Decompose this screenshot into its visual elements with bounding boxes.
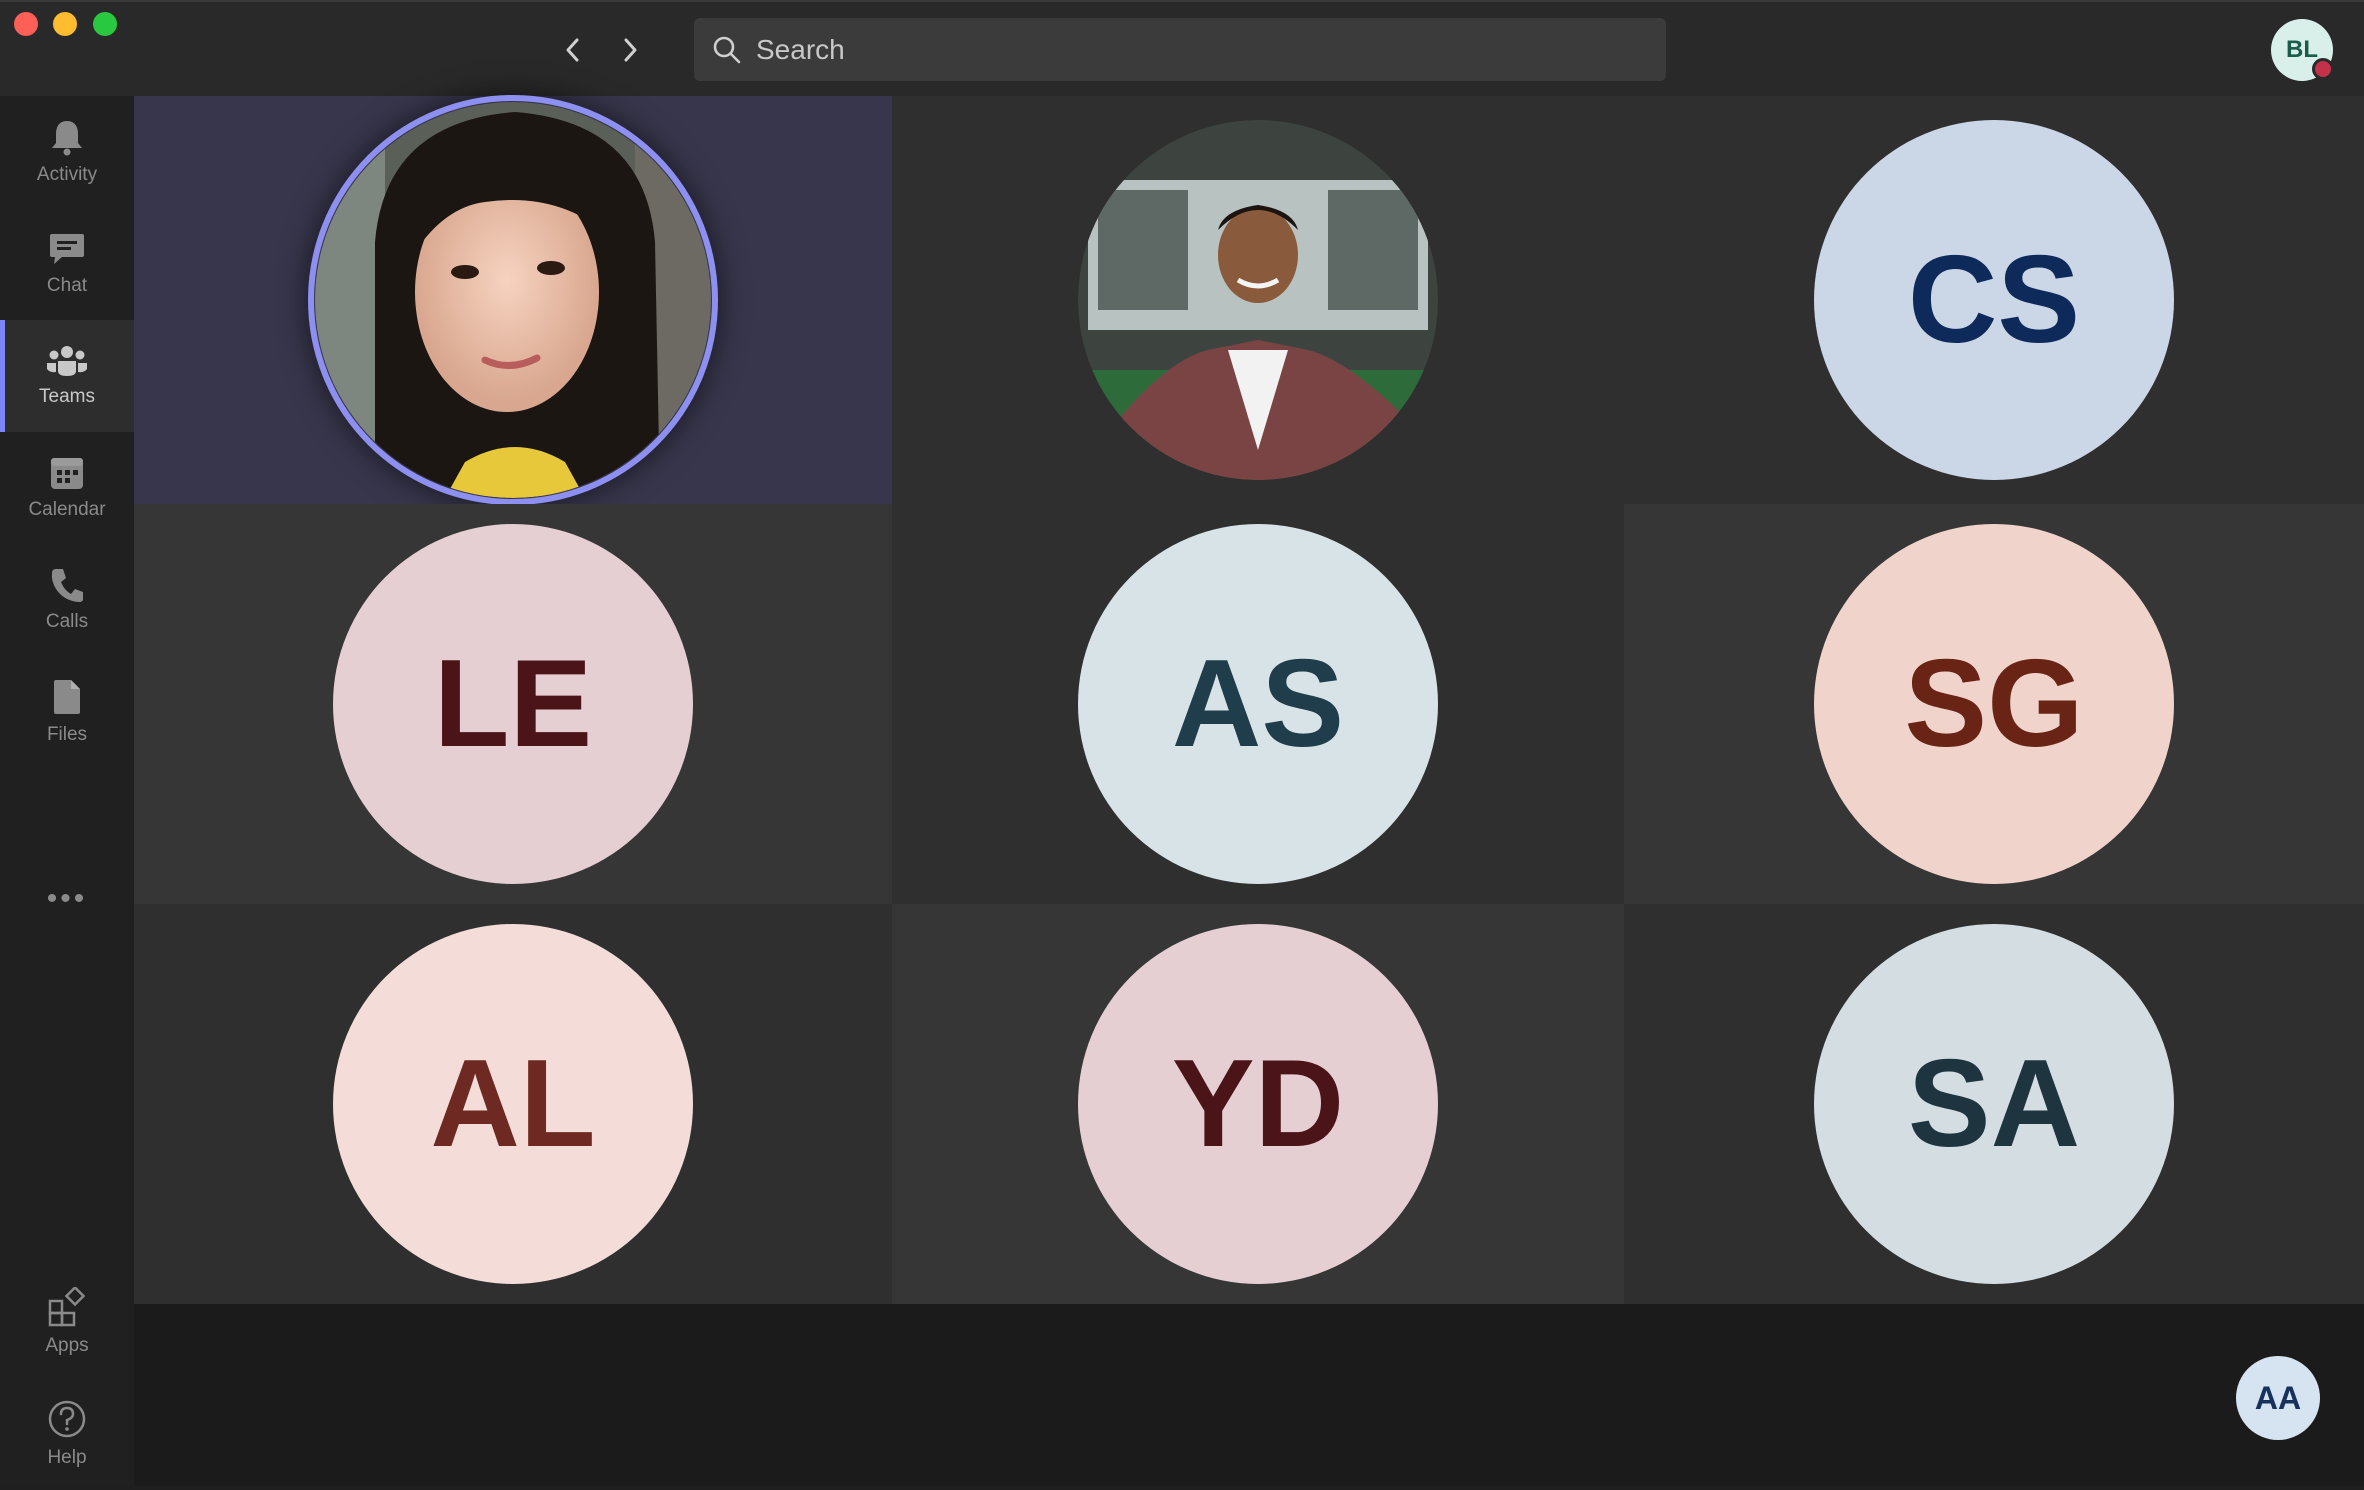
rail-item-teams[interactable]: Teams xyxy=(0,320,134,432)
bottom-bar xyxy=(134,1304,2364,1486)
participant-avatar-initials: YD xyxy=(1078,924,1438,1284)
rail-item-calls[interactable]: Calls xyxy=(0,544,134,656)
rail-item-label: Files xyxy=(46,724,88,745)
participant-tile[interactable] xyxy=(892,96,1624,504)
search-input[interactable]: Search xyxy=(694,18,1666,81)
app-bar: Activity Chat Teams Calendar Calls Files… xyxy=(0,96,134,1486)
rail-item-help[interactable]: Help xyxy=(0,1378,134,1490)
participant-avatar-initials: AS xyxy=(1078,524,1438,884)
user-status-badge xyxy=(2312,58,2334,80)
calendar-icon xyxy=(51,458,83,489)
participant-avatar-initials: SG xyxy=(1814,524,2174,884)
close-window-button[interactable] xyxy=(14,12,38,36)
rail-item-label: Calls xyxy=(45,611,89,632)
file-icon xyxy=(54,680,80,714)
bell-icon xyxy=(52,121,82,156)
more-apps-button[interactable]: ••• xyxy=(0,874,134,924)
zoom-window-button[interactable] xyxy=(93,12,117,36)
participant-avatar-initials: AL xyxy=(333,924,693,1284)
participant-avatar-initials: LE xyxy=(333,524,693,884)
apps-icon xyxy=(48,1287,86,1327)
participant-photo xyxy=(1078,120,1438,480)
chevron-right-icon xyxy=(624,38,637,62)
rail-item-label: Chat xyxy=(46,275,88,296)
rail-item-calendar[interactable]: Calendar xyxy=(0,432,134,544)
search-placeholder: Search xyxy=(756,33,845,65)
phone-icon xyxy=(51,569,83,602)
chevron-left-icon xyxy=(566,38,579,62)
participant-tile[interactable]: LE xyxy=(134,504,892,904)
rail-item-label: Apps xyxy=(45,1335,89,1356)
rail-item-chat[interactable]: Chat xyxy=(0,208,134,320)
rail-item-apps[interactable]: Apps xyxy=(0,1266,134,1378)
forward-button[interactable] xyxy=(610,30,650,70)
participant-tile[interactable]: YD xyxy=(892,904,1624,1304)
title-bar: Search BL xyxy=(0,0,2364,96)
participant-tile-speaking[interactable] xyxy=(134,95,892,505)
participant-tile[interactable]: SA xyxy=(1624,904,2364,1304)
participant-tile[interactable]: AS xyxy=(892,504,1624,904)
help-icon xyxy=(48,1400,86,1438)
teams-icon xyxy=(47,346,87,376)
rail-item-files[interactable]: Files xyxy=(0,656,134,768)
participant-tile[interactable]: SG xyxy=(1624,504,2364,904)
chat-icon xyxy=(50,234,84,264)
back-button[interactable] xyxy=(553,30,593,70)
rail-item-label: Help xyxy=(47,1447,87,1468)
participant-avatar-initials: SA xyxy=(1814,924,2174,1284)
speaking-indicator-ring xyxy=(308,95,718,505)
rail-item-label: Teams xyxy=(39,386,95,407)
rail-item-label: Activity xyxy=(36,164,98,185)
rail-item-activity[interactable]: Activity xyxy=(0,96,134,208)
search-icon xyxy=(713,36,741,63)
participant-tile[interactable]: AL xyxy=(134,904,892,1304)
rail-item-label: Calendar xyxy=(28,499,106,520)
participant-avatar-initials: CS xyxy=(1814,120,2174,480)
participant-grid: CS LE AS SG AL YD SA xyxy=(134,95,2364,1304)
participant-photo xyxy=(315,102,711,498)
participant-tile[interactable]: CS xyxy=(1624,96,2364,504)
minimize-window-button[interactable] xyxy=(53,12,77,36)
self-view-avatar[interactable]: AA xyxy=(2236,1356,2320,1440)
